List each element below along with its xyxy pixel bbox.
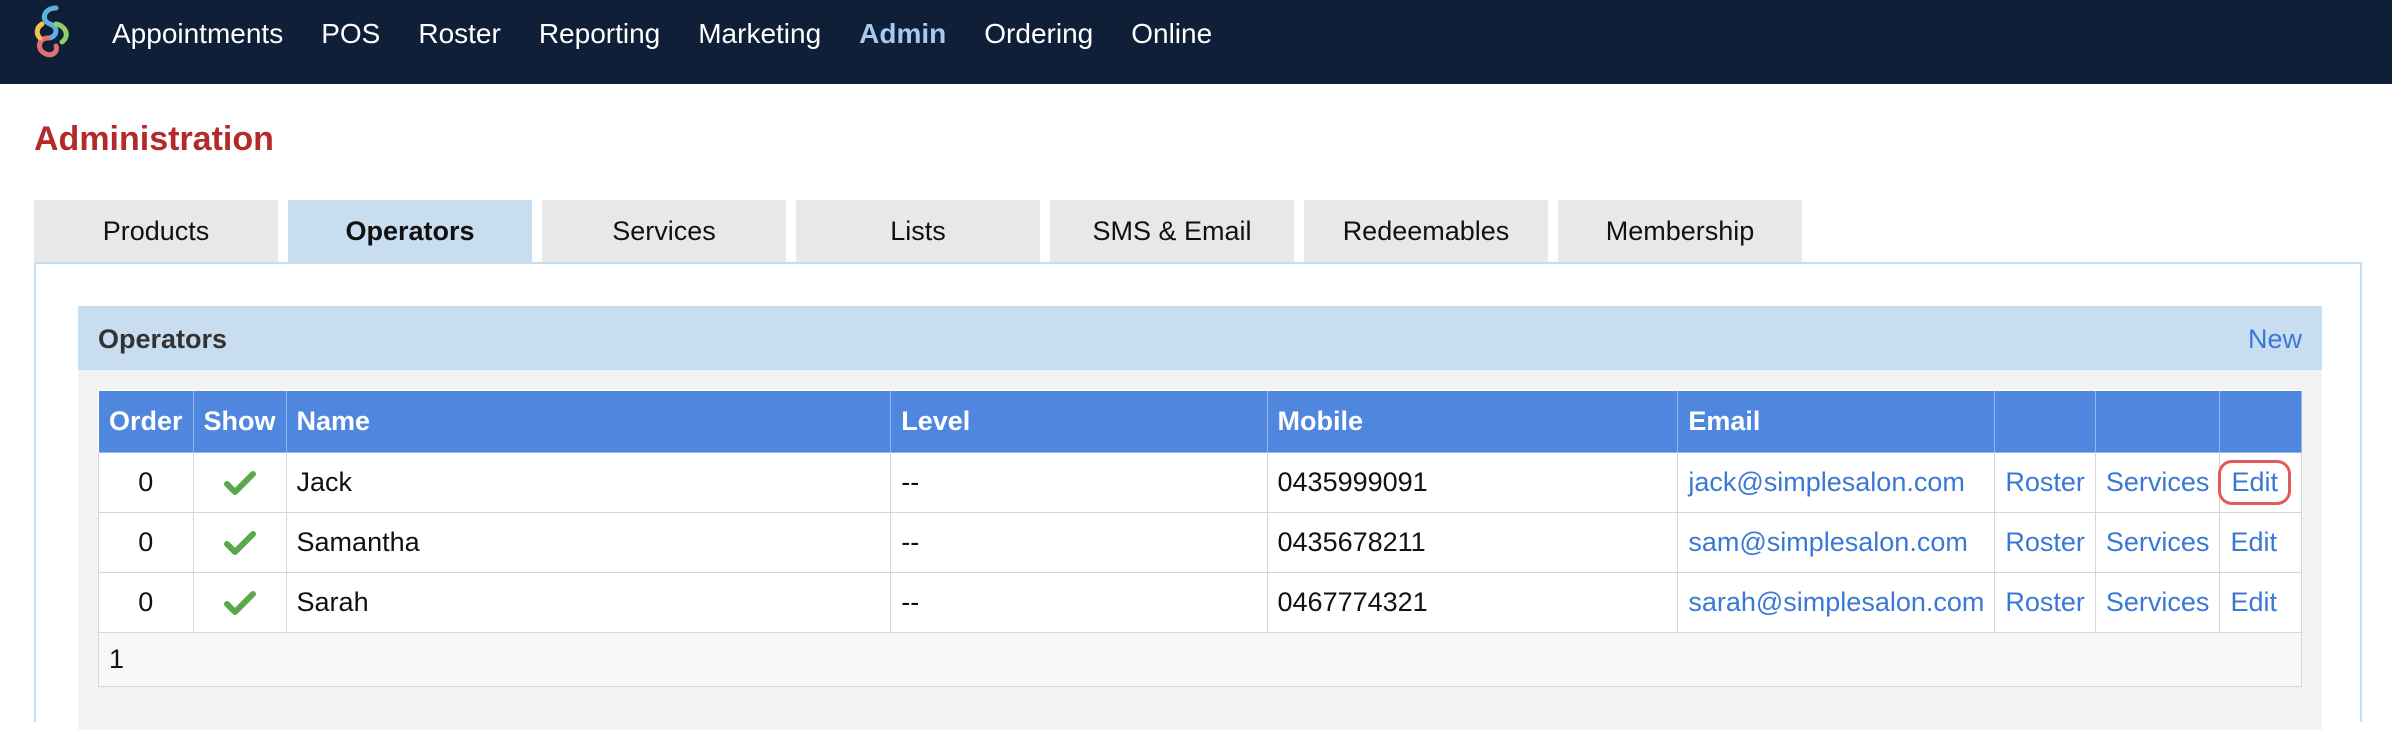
tab-sms-and-email[interactable]: SMS & Email [1050,200,1294,262]
services-cell: Services [2094,572,2221,633]
roster-link[interactable]: Roster [2005,467,2085,497]
admin-tabs: Products Operators Services Lists SMS & Emai… [34,200,1812,262]
tab-content-panel: Operators New Order Show Name Level Mobile Em… [34,262,2362,730]
roster-cell: Roster [1994,452,2096,513]
column-header-show: Show [192,390,287,453]
tab-products[interactable]: Products [34,200,278,262]
show-cell [192,512,287,573]
table-row: 0 Jack -- 0435999091 jack@simplesalon.com Ros… [98,452,2302,513]
services-link[interactable]: Services [2106,467,2210,497]
name-cell: Jack [285,452,892,513]
nav-item-online[interactable]: Online [1131,18,1212,50]
checkmark-icon [223,526,257,556]
services-cell: Services [2094,512,2221,573]
new-operator-link[interactable]: New [2248,324,2302,355]
level-cell: -- [890,452,1268,513]
edit-link[interactable]: Edit [2230,587,2277,617]
order-cell: 0 [98,572,194,633]
roster-link[interactable]: Roster [2005,587,2085,617]
table-header-row: Order Show Name Level Mobile Email [98,390,2302,453]
operators-table: Order Show Name Level Mobile Email 0 Jack -- 043… [98,390,2302,687]
operators-section-header: Operators New [78,306,2322,370]
edit-link[interactable]: Edit [2218,460,2291,505]
tab-membership[interactable]: Membership [1558,200,1802,262]
mobile-cell: 0467774321 [1266,572,1679,633]
app-logo-icon[interactable] [26,4,80,66]
nav-item-appointments[interactable]: Appointments [112,18,283,50]
column-header-action [2094,390,2221,453]
column-header-action [2219,390,2302,453]
email-cell: sam@simplesalon.com [1677,512,1996,573]
column-header-email: Email [1677,390,1996,453]
table-row: 0 Sarah -- 0467774321 sarah@simplesalon.com R… [98,572,2302,633]
top-navigation-bar: Appointments POS Roster Reporting Marketing A… [0,0,2392,84]
edit-cell: Edit [2219,512,2302,573]
tab-lists[interactable]: Lists [796,200,1040,262]
edit-cell: Edit [2218,452,2302,513]
edit-link[interactable]: Edit [2230,527,2277,557]
services-link[interactable]: Services [2106,587,2210,617]
checkmark-icon [223,586,257,616]
nav-item-ordering[interactable]: Ordering [984,18,1093,50]
name-cell: Sarah [285,572,892,633]
services-link[interactable]: Services [2106,527,2210,557]
column-header-order: Order [98,390,194,453]
email-cell: sarah@simplesalon.com [1677,572,1996,633]
roster-link[interactable]: Roster [2005,527,2085,557]
edit-cell: Edit [2219,572,2302,633]
email-link[interactable]: sarah@simplesalon.com [1688,587,1984,617]
email-link[interactable]: jack@simplesalon.com [1688,467,1965,497]
roster-cell: Roster [1994,572,2096,633]
operators-table-container: Order Show Name Level Mobile Email 0 Jack -- 043… [78,370,2322,730]
table-row: 0 Samantha -- 0435678211 sam@simplesalon.com… [98,512,2302,573]
tab-operators[interactable]: Operators [288,200,532,262]
tab-redeemables[interactable]: Redeemables [1304,200,1548,262]
mobile-cell: 0435999091 [1266,452,1679,513]
nav-item-marketing[interactable]: Marketing [698,18,821,50]
page-title: Administration [34,120,274,158]
section-title: Operators [98,324,228,354]
services-cell: Services [2094,452,2221,513]
nav-item-pos[interactable]: POS [321,18,380,50]
nav-item-reporting[interactable]: Reporting [539,18,660,50]
column-header-mobile: Mobile [1266,390,1679,453]
nav-item-roster[interactable]: Roster [418,18,500,50]
name-cell: Samantha [285,512,892,573]
nav-item-admin[interactable]: Admin [859,18,946,50]
pagination-page-number[interactable]: 1 [98,632,2302,687]
mobile-cell: 0435678211 [1266,512,1679,573]
checkmark-icon [223,466,257,496]
tab-services[interactable]: Services [542,200,786,262]
order-cell: 0 [98,512,194,573]
roster-cell: Roster [1994,512,2096,573]
level-cell: -- [890,512,1268,573]
show-cell [192,572,287,633]
show-cell [192,452,287,513]
main-menu: Appointments POS Roster Reporting Marketing A… [112,0,1250,68]
column-header-level: Level [890,390,1268,453]
column-header-action [1994,390,2096,453]
level-cell: -- [890,572,1268,633]
email-cell: jack@simplesalon.com [1677,452,1996,513]
order-cell: 0 [98,452,194,513]
email-link[interactable]: sam@simplesalon.com [1688,527,1968,557]
pagination-row: 1 [98,632,2302,687]
column-header-name: Name [285,390,892,453]
